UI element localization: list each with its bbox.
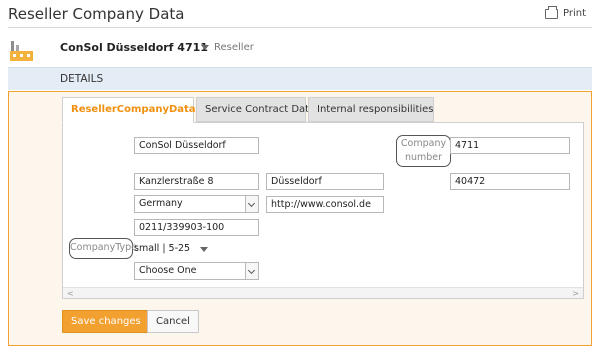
- country-select[interactable]: Germany: [134, 195, 259, 213]
- title-divider: [8, 27, 592, 28]
- details-panel: ResellerCompanyData Service Contract Dat…: [8, 91, 592, 346]
- company-dropdown-caret-icon[interactable]: [201, 45, 209, 50]
- horizontal-scrollbar[interactable]: < >: [63, 287, 583, 298]
- tab-content: ConSol Düsseldorf Company number 4711 Ka…: [62, 122, 584, 299]
- company-type-caret-icon[interactable]: [200, 247, 208, 252]
- country-value: Germany: [139, 198, 183, 209]
- chevron-down-icon: [245, 263, 258, 279]
- company-name-field[interactable]: ConSol Düsseldorf: [134, 137, 259, 154]
- company-number-label-1: Company: [400, 138, 447, 149]
- save-changes-button[interactable]: Save changes: [62, 310, 150, 333]
- chevron-down-icon: [245, 196, 258, 212]
- print-label: Print: [562, 8, 586, 19]
- street-field[interactable]: Kanzlerstraße 8: [134, 173, 259, 190]
- choose-one-value: Choose One: [139, 265, 197, 276]
- zip-field[interactable]: 40472: [450, 173, 570, 190]
- tab-reseller-company-data[interactable]: ResellerCompanyData: [62, 97, 196, 123]
- scroll-right-icon[interactable]: >: [572, 289, 579, 298]
- website-field[interactable]: http://www.consol.de: [266, 196, 384, 213]
- city-field[interactable]: Düsseldorf: [266, 173, 384, 190]
- phone-field[interactable]: 0211/339903-100: [134, 219, 259, 236]
- page-title: Reseller Company Data: [8, 5, 185, 23]
- company-role: Reseller: [214, 42, 254, 53]
- company-type-value: small | 5-25: [134, 243, 191, 254]
- tab-service-contract-data[interactable]: Service Contract Data: [196, 97, 315, 122]
- factory-icon: [10, 41, 33, 61]
- print-button[interactable]: Print: [544, 5, 586, 19]
- company-number-label-2: number: [404, 152, 443, 163]
- company-type-label: CompanyType: [69, 238, 137, 259]
- company-number-callout: Company number: [396, 135, 451, 167]
- cancel-button[interactable]: Cancel: [147, 310, 199, 333]
- choose-one-select[interactable]: Choose One: [134, 262, 259, 280]
- tab-internal-responsibilities[interactable]: Internal responsibilities: [308, 97, 434, 122]
- details-section-header: DETAILS: [8, 67, 592, 90]
- company-number-field[interactable]: 4711: [450, 137, 570, 154]
- details-label: DETAILS: [60, 73, 104, 85]
- print-icon: [544, 5, 558, 19]
- scroll-left-icon[interactable]: <: [67, 289, 74, 298]
- company-name: ConSol Düsseldorf 4711: [60, 41, 208, 54]
